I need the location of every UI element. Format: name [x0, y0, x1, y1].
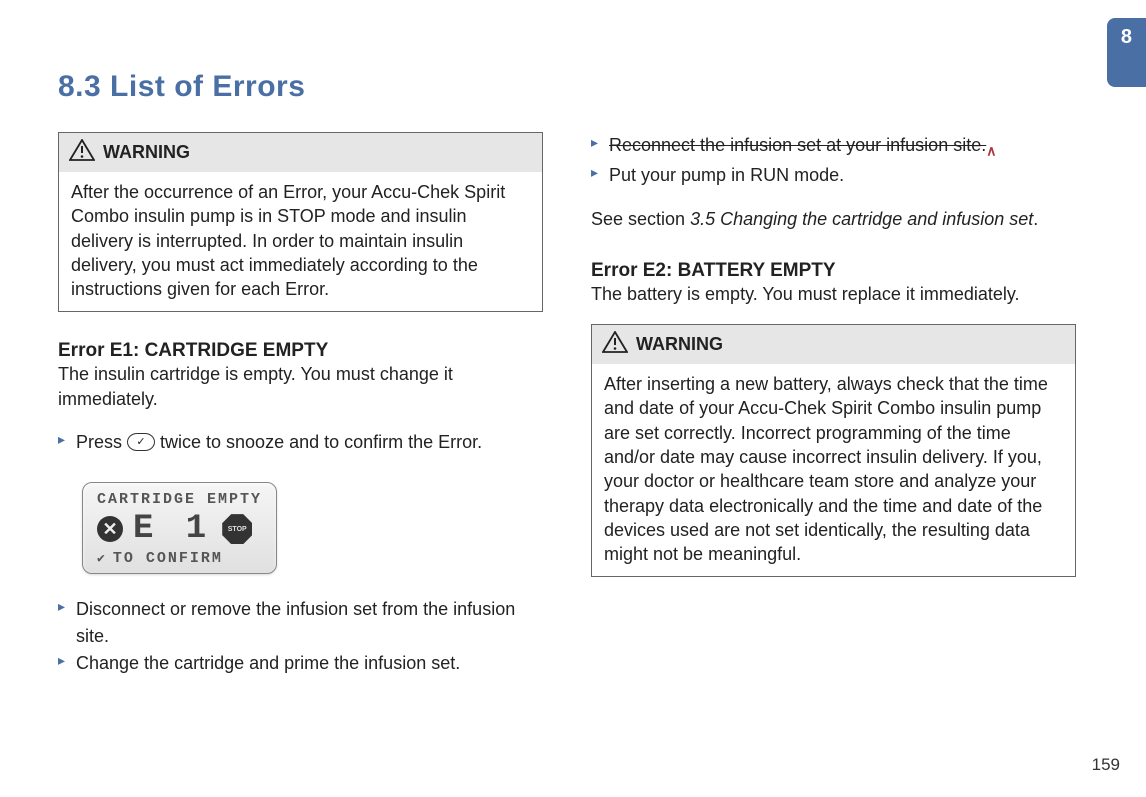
right-column: Reconnect the infusion set at your infus… — [591, 132, 1076, 695]
warning-triangle-icon — [602, 331, 628, 358]
lcd-line3: ✔ TO CONFIRM — [97, 550, 262, 567]
strikethrough-text: Reconnect the infusion set at your infus… — [609, 135, 986, 155]
left-column: WARNING After the occurrence of an Error… — [58, 132, 543, 695]
warning-body: After the occurrence of an Error, your A… — [59, 172, 542, 311]
see-suffix: . — [1033, 209, 1038, 229]
lcd-error-code: E 1 — [133, 510, 212, 548]
error-x-icon: ✕ — [97, 516, 123, 542]
see-section-ref: See section 3.5 Changing the cartridge a… — [591, 207, 1076, 232]
check-icon: ✔ — [97, 551, 107, 566]
error-e2-title: Error E2: BATTERY EMPTY — [591, 260, 1076, 282]
step-run-mode: Put your pump in RUN mode. — [591, 162, 1076, 189]
lcd-confirm-text: TO CONFIRM — [113, 550, 223, 567]
error-e2-desc: The battery is empty. You must replace i… — [591, 282, 1076, 306]
warning-triangle-icon — [69, 139, 95, 166]
warning-box-2: WARNING After inserting a new battery, a… — [591, 324, 1076, 577]
warning-label-2: WARNING — [636, 334, 723, 355]
page-number: 159 — [1092, 755, 1120, 775]
page-content: 8.3 List of Errors WARNING After the occ… — [58, 70, 1076, 747]
pump-lcd-screenshot: CARTRIDGE EMPTY ✕ E 1 STOP ✔ TO CONFIRM — [82, 482, 277, 574]
step-press-suffix: twice to snooze and to confirm the Error… — [155, 432, 482, 452]
stop-sign-icon: STOP — [222, 514, 252, 544]
warning-box-1: WARNING After the occurrence of an Error… — [58, 132, 543, 312]
error-e1-desc: The insulin cartridge is empty. You must… — [58, 362, 543, 411]
warning-label: WARNING — [103, 142, 190, 163]
see-prefix: See section — [591, 209, 690, 229]
step-press: Press ✓ twice to snooze and to confirm t… — [58, 429, 543, 456]
step-disconnect: Disconnect or remove the infusion set fr… — [58, 596, 543, 650]
warning-header: WARNING — [59, 133, 542, 172]
chapter-tab: 8 — [1107, 18, 1146, 87]
confirm-button-icon: ✓ — [127, 433, 155, 451]
lcd-line1: CARTRIDGE EMPTY — [97, 491, 262, 508]
see-ref-italic: 3.5 Changing the cartridge and infusion … — [690, 209, 1033, 229]
error-e1-title: Error E1: CARTRIDGE EMPTY — [58, 340, 543, 362]
insertion-caret-icon: ∧ — [986, 143, 996, 159]
step-reconnect: Reconnect the infusion set at your infus… — [591, 132, 1076, 162]
step-change-cartridge: Change the cartridge and prime the infus… — [58, 650, 543, 677]
warning-body-2: After inserting a new battery, always ch… — [592, 364, 1075, 576]
step-press-prefix: Press — [76, 432, 127, 452]
warning-header-2: WARNING — [592, 325, 1075, 364]
section-heading: 8.3 List of Errors — [58, 70, 1076, 104]
